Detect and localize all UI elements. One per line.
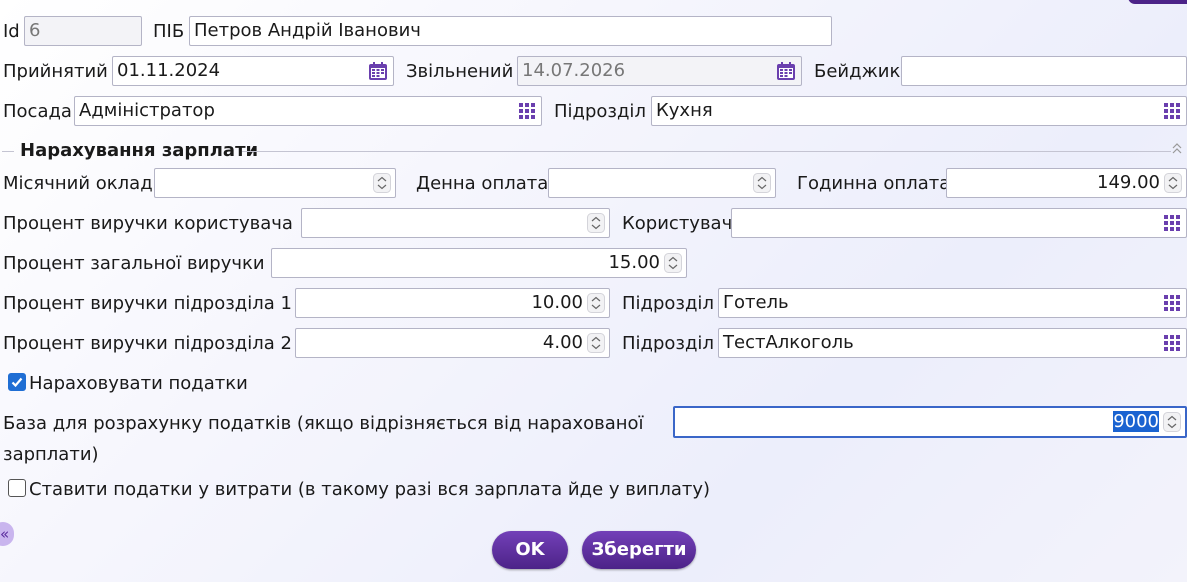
user-label: Користувач: [622, 213, 733, 234]
dept2-field[interactable]: ТестАлкоголь: [718, 328, 1187, 358]
dept1-value: Готель: [723, 292, 789, 313]
tax-base-value: 9000: [1113, 411, 1159, 432]
badge-field[interactable]: [901, 56, 1187, 86]
user-revenue-pct-label: Процент виручки користувача: [3, 213, 293, 234]
department-label: Підрозділ: [554, 101, 646, 122]
calendar-icon[interactable]: [368, 61, 388, 81]
department-field[interactable]: Кухня: [651, 96, 1187, 126]
monthly-label: Місячний оклад: [3, 173, 153, 194]
tax-base-label-line2: зарплати): [3, 444, 99, 465]
salary-section-title: Нарахування зарплати: [20, 140, 259, 161]
dept1-revenue-pct-value: 10.00: [531, 292, 583, 313]
name-field[interactable]: Петров Андрій Іванович: [189, 16, 832, 46]
grid-icon[interactable]: [1164, 103, 1180, 119]
section-divider: [2, 151, 14, 152]
dept2-revenue-pct-field[interactable]: 4.00: [295, 328, 610, 358]
fired-date-value: 14.07.2026: [522, 60, 626, 81]
daily-label: Денна оплата: [416, 173, 549, 194]
taxes-to-expenses-checkbox[interactable]: [8, 479, 26, 497]
grid-icon[interactable]: [519, 103, 535, 119]
accrue-taxes-checkbox[interactable]: [8, 373, 26, 391]
total-revenue-pct-label: Процент загальної виручки: [3, 253, 265, 274]
user-field[interactable]: [731, 208, 1187, 238]
name-label: ПІБ: [153, 21, 185, 42]
dept1-revenue-pct-field[interactable]: 10.00: [295, 288, 610, 318]
chevron-up-icon[interactable]: [1171, 141, 1183, 155]
badge-label: Бейджик: [814, 61, 901, 82]
position-field[interactable]: Адміністратор: [74, 96, 542, 126]
user-revenue-pct-field[interactable]: [301, 208, 610, 238]
spinner-icon[interactable]: [373, 173, 391, 193]
ok-button[interactable]: OK: [492, 531, 568, 569]
top-right-button[interactable]: [1128, 0, 1187, 4]
department-value: Кухня: [656, 100, 713, 121]
dept1-revenue-pct-label: Процент виручки підрозділа 1: [3, 293, 292, 314]
total-revenue-pct-field[interactable]: 15.00: [271, 248, 687, 278]
tax-base-label-line1: База для розрахунку податків (якщо відрі…: [3, 413, 644, 434]
salary-section-header: Нарахування зарплати: [0, 137, 1187, 165]
grid-icon[interactable]: [1164, 335, 1180, 351]
fired-date-field[interactable]: 14.07.2026: [517, 56, 802, 86]
hired-label: Прийнятий: [3, 61, 108, 82]
spinner-icon[interactable]: [1163, 412, 1181, 432]
spinner-icon[interactable]: [587, 213, 605, 233]
spinner-icon[interactable]: [587, 293, 605, 313]
grid-icon[interactable]: [1164, 215, 1180, 231]
hourly-label: Годинна оплата: [797, 173, 951, 194]
calendar-icon[interactable]: [776, 61, 796, 81]
grid-icon[interactable]: [1164, 295, 1180, 311]
accrue-taxes-label[interactable]: Нараховувати податки: [29, 373, 248, 395]
hired-date-field[interactable]: 01.11.2024: [112, 56, 394, 86]
section-divider: [242, 151, 1171, 152]
spinner-icon[interactable]: [664, 253, 682, 273]
dept2-revenue-pct-label: Процент виручки підрозділа 2: [3, 333, 292, 354]
hourly-pay-value: 149.00: [1097, 172, 1160, 193]
spinner-icon[interactable]: [587, 333, 605, 353]
position-label: Посада: [3, 101, 72, 122]
dept2-label: Підрозділ: [622, 333, 714, 354]
taxes-to-expenses-label[interactable]: Ставити податки у витрати (в такому разі…: [29, 479, 710, 501]
save-button[interactable]: Зберегти: [582, 531, 696, 569]
monthly-salary-field[interactable]: [154, 168, 396, 198]
id-label: Id: [3, 21, 20, 42]
dept2-value: ТестАлкоголь: [723, 332, 854, 353]
collapse-icon: «: [0, 525, 10, 543]
tax-base-field[interactable]: 9000: [673, 406, 1187, 438]
dept1-label: Підрозділ: [622, 293, 714, 314]
position-value: Адміністратор: [79, 100, 215, 121]
hourly-pay-field[interactable]: 149.00: [946, 168, 1187, 198]
fired-label: Звільнений: [406, 61, 514, 82]
dept1-field[interactable]: Готель: [718, 288, 1187, 318]
side-collapse-button[interactable]: «: [0, 522, 14, 546]
dept2-revenue-pct-value: 4.00: [542, 332, 583, 353]
spinner-icon[interactable]: [753, 173, 771, 193]
total-revenue-pct-value: 15.00: [608, 252, 660, 273]
id-field[interactable]: 6: [24, 16, 142, 46]
daily-pay-field[interactable]: [548, 168, 776, 198]
hired-date-value: 01.11.2024: [117, 60, 221, 81]
check-icon: [11, 377, 23, 388]
spinner-icon[interactable]: [1164, 173, 1182, 193]
